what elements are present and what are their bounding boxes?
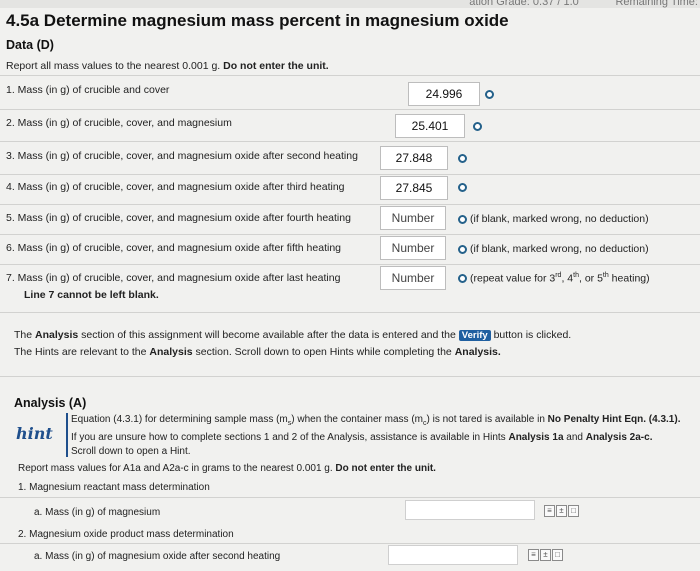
row-4-input[interactable]: 27.845 — [380, 176, 448, 200]
hint-tool-icon[interactable]: ≡ — [544, 505, 555, 517]
row-5-note: (if blank, marked wrong, no deduction) — [458, 213, 649, 225]
divider — [0, 543, 700, 544]
row-1-label: 1. Mass (in g) of crucible and cover — [6, 84, 170, 96]
section-2-label: 2. Magnesium oxide product mass determin… — [18, 529, 234, 540]
row-4-label: 4. Mass (in g) of crucible, cover, and m… — [6, 181, 345, 193]
a1a-input[interactable] — [405, 500, 535, 520]
divider — [0, 109, 700, 110]
divider — [0, 141, 700, 142]
analysis-heading: Analysis (A) — [14, 396, 87, 410]
info-circle-icon — [458, 214, 467, 224]
check-circle-icon — [458, 183, 467, 192]
notes-tool-icon[interactable]: □ — [568, 505, 579, 517]
divider — [0, 204, 700, 205]
divider — [0, 376, 700, 377]
row-7-input[interactable]: Number — [380, 266, 446, 290]
row-2-input[interactable]: 25.401 — [395, 114, 465, 138]
row-5-label: 5. Mass (in g) of crucible, cover, and m… — [6, 212, 351, 224]
grade-text: ation Grade: 0.37 / 1.0 — [469, 0, 579, 8]
a2a-label: a. Mass (in g) of magnesium oxide after … — [34, 551, 281, 562]
divider — [0, 174, 700, 175]
hint-line-1: Equation (4.3.1) for determining sample … — [71, 414, 681, 427]
a1a-toolbar: ≡ ± □ — [544, 505, 579, 517]
hint-line-3: Scroll down to open a Hint. — [71, 446, 191, 457]
remaining-time-label: Remaining Time: — [615, 0, 698, 8]
notes-tool-icon[interactable]: □ — [552, 549, 563, 561]
info-circle-icon — [458, 244, 467, 254]
page-title: 4.5a Determine magnesium mass percent in… — [6, 11, 509, 30]
divider — [0, 312, 700, 313]
a2a-input[interactable] — [388, 545, 518, 565]
row-2-label: 2. Mass (in g) of crucible, cover, and m… — [6, 117, 232, 129]
data-heading: Data (D) — [6, 38, 54, 52]
row-1-input[interactable]: 24.996 — [408, 82, 480, 106]
row-6-note: (if blank, marked wrong, no deduction) — [458, 243, 649, 255]
divider — [0, 497, 700, 498]
note-text: (repeat value for 3rd, 4th, or 5th heati… — [470, 272, 650, 285]
check-circle-icon — [485, 90, 494, 99]
calc-tool-icon[interactable]: ± — [556, 505, 567, 517]
a1a-label: a. Mass (in g) of magnesium — [34, 507, 161, 518]
verify-button[interactable]: Verify — [458, 330, 491, 341]
timer-bar: ation Grade: 0.37 / 1.0 Remaining Time: — [469, 0, 698, 8]
hint-icon[interactable]: hint — [16, 424, 53, 443]
hint-line-2: If you are unsure how to complete sectio… — [71, 432, 653, 443]
report-instruction: Report mass values for A1a and A2a-c in … — [18, 463, 436, 474]
data-instruction: Report all mass values to the nearest 0.… — [6, 60, 329, 72]
calc-tool-icon[interactable]: ± — [540, 549, 551, 561]
row-5-input[interactable]: Number — [380, 206, 446, 230]
divider — [0, 75, 700, 76]
row-3-label: 3. Mass (in g) of crucible, cover, and m… — [6, 150, 358, 162]
section-1-label: 1. Magnesium reactant mass determination — [18, 482, 210, 493]
row-6-input[interactable]: Number — [380, 236, 446, 260]
divider — [0, 264, 700, 265]
instruction-bold: Do not enter the unit. — [223, 60, 329, 72]
a2a-toolbar: ≡ ± □ — [528, 549, 563, 561]
instruction-text: Report all mass values to the nearest 0.… — [6, 60, 221, 72]
divider — [0, 234, 700, 235]
hint-box: Equation (4.3.1) for determining sample … — [66, 413, 700, 457]
row-3-input[interactable]: 27.848 — [380, 146, 448, 170]
row-7-label: 7. Mass (in g) of crucible, cover, and m… — [6, 272, 341, 284]
hints-relevance-text: The Hints are relevant to the Analysis s… — [14, 346, 501, 358]
row-7-note: (repeat value for 3rd, 4th, or 5th heati… — [458, 272, 650, 285]
note-text: (if blank, marked wrong, no deduction) — [470, 243, 649, 255]
check-circle-icon — [473, 122, 482, 131]
info-circle-icon — [458, 273, 467, 283]
analysis-availability-text: The Analysis section of this assignment … — [14, 329, 572, 341]
row-7-sub: Line 7 cannot be left blank. — [24, 289, 159, 301]
note-text: (if blank, marked wrong, no deduction) — [470, 213, 649, 225]
hint-tool-icon[interactable]: ≡ — [528, 549, 539, 561]
check-circle-icon — [458, 154, 467, 163]
row-6-label: 6. Mass (in g) of crucible, cover, and m… — [6, 242, 342, 254]
